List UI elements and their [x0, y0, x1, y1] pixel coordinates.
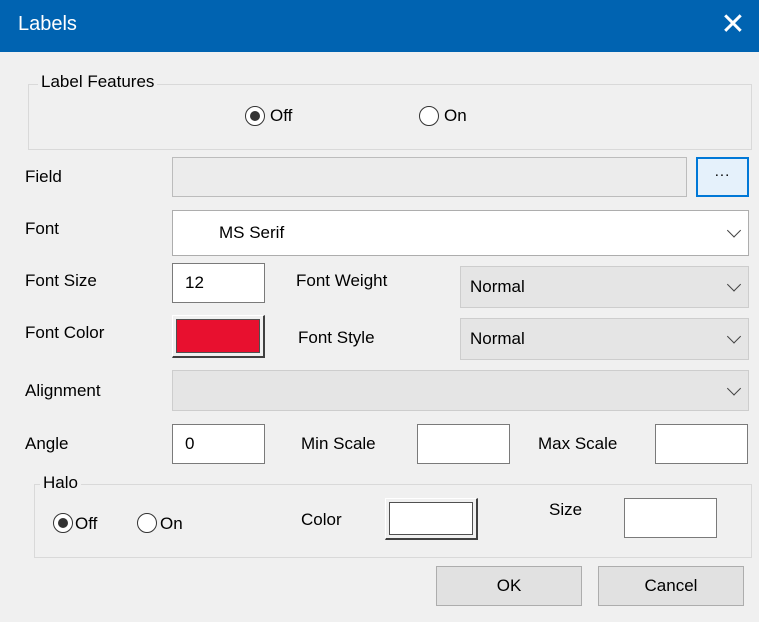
label-features-legend: Label Features	[38, 72, 158, 92]
halo-on-label[interactable]: On	[160, 514, 183, 534]
halo-size-label: Size	[549, 500, 583, 519]
field-browse-button[interactable]: ...	[696, 157, 749, 197]
font-color-swatch	[176, 319, 260, 353]
halo-color-button[interactable]	[385, 498, 478, 540]
halo-off-radio[interactable]	[53, 513, 73, 533]
font-color-button[interactable]	[172, 315, 265, 358]
min-scale-label: Min Scale	[301, 434, 376, 453]
field-browse-label: ...	[714, 163, 731, 180]
font-dropdown[interactable]: MS Serif	[172, 210, 749, 256]
font-size-value: 12	[185, 273, 204, 292]
halo-color-label: Color	[301, 510, 342, 529]
max-scale-label: Max Scale	[538, 434, 618, 453]
halo-off-label[interactable]: Off	[75, 514, 97, 534]
font-style-value: Normal	[470, 329, 525, 348]
font-weight-dropdown[interactable]: Normal	[460, 266, 749, 308]
alignment-label: Alignment	[25, 381, 101, 400]
halo-size-input[interactable]	[624, 498, 717, 538]
chevron-down-icon	[726, 277, 742, 292]
max-scale-input[interactable]	[655, 424, 748, 464]
title-bar: Labels ✕	[0, 0, 759, 52]
chevron-down-icon	[726, 380, 742, 396]
halo-legend: Halo	[40, 473, 81, 493]
halo-on-radio[interactable]	[137, 513, 157, 533]
label-features-off-radio[interactable]	[245, 106, 265, 126]
label-features-group	[28, 84, 752, 150]
close-icon: ✕	[720, 8, 746, 41]
cancel-button[interactable]: Cancel	[598, 566, 744, 606]
angle-label: Angle	[25, 434, 69, 453]
close-button[interactable]: ✕	[707, 0, 759, 52]
font-size-label: Font Size	[25, 271, 97, 290]
window-title: Labels	[18, 13, 77, 35]
font-label: Font	[25, 219, 60, 238]
font-style-dropdown[interactable]: Normal	[460, 318, 749, 360]
chevron-down-icon	[726, 329, 742, 344]
field-label: Field	[25, 167, 62, 186]
ok-button[interactable]: OK	[436, 566, 582, 606]
label-features-off-label[interactable]: Off	[270, 106, 292, 126]
alignment-dropdown[interactable]	[172, 370, 749, 411]
field-input[interactable]	[172, 157, 687, 197]
min-scale-input[interactable]	[417, 424, 510, 464]
font-weight-value: Normal	[470, 277, 525, 296]
label-features-on-radio[interactable]	[419, 106, 439, 126]
chevron-down-icon	[726, 223, 742, 238]
font-weight-label: Font Weight	[296, 271, 388, 290]
font-style-label: Font Style	[298, 328, 375, 347]
halo-color-swatch	[389, 502, 473, 535]
angle-input[interactable]: 0	[172, 424, 265, 464]
font-color-label: Font Color	[25, 323, 105, 342]
cancel-button-label: Cancel	[644, 576, 698, 595]
font-dropdown-value: MS Serif	[219, 223, 285, 242]
font-size-input[interactable]: 12	[172, 263, 265, 303]
angle-value: 0	[185, 434, 195, 453]
ok-button-label: OK	[496, 576, 522, 595]
label-features-on-label[interactable]: On	[444, 106, 467, 126]
